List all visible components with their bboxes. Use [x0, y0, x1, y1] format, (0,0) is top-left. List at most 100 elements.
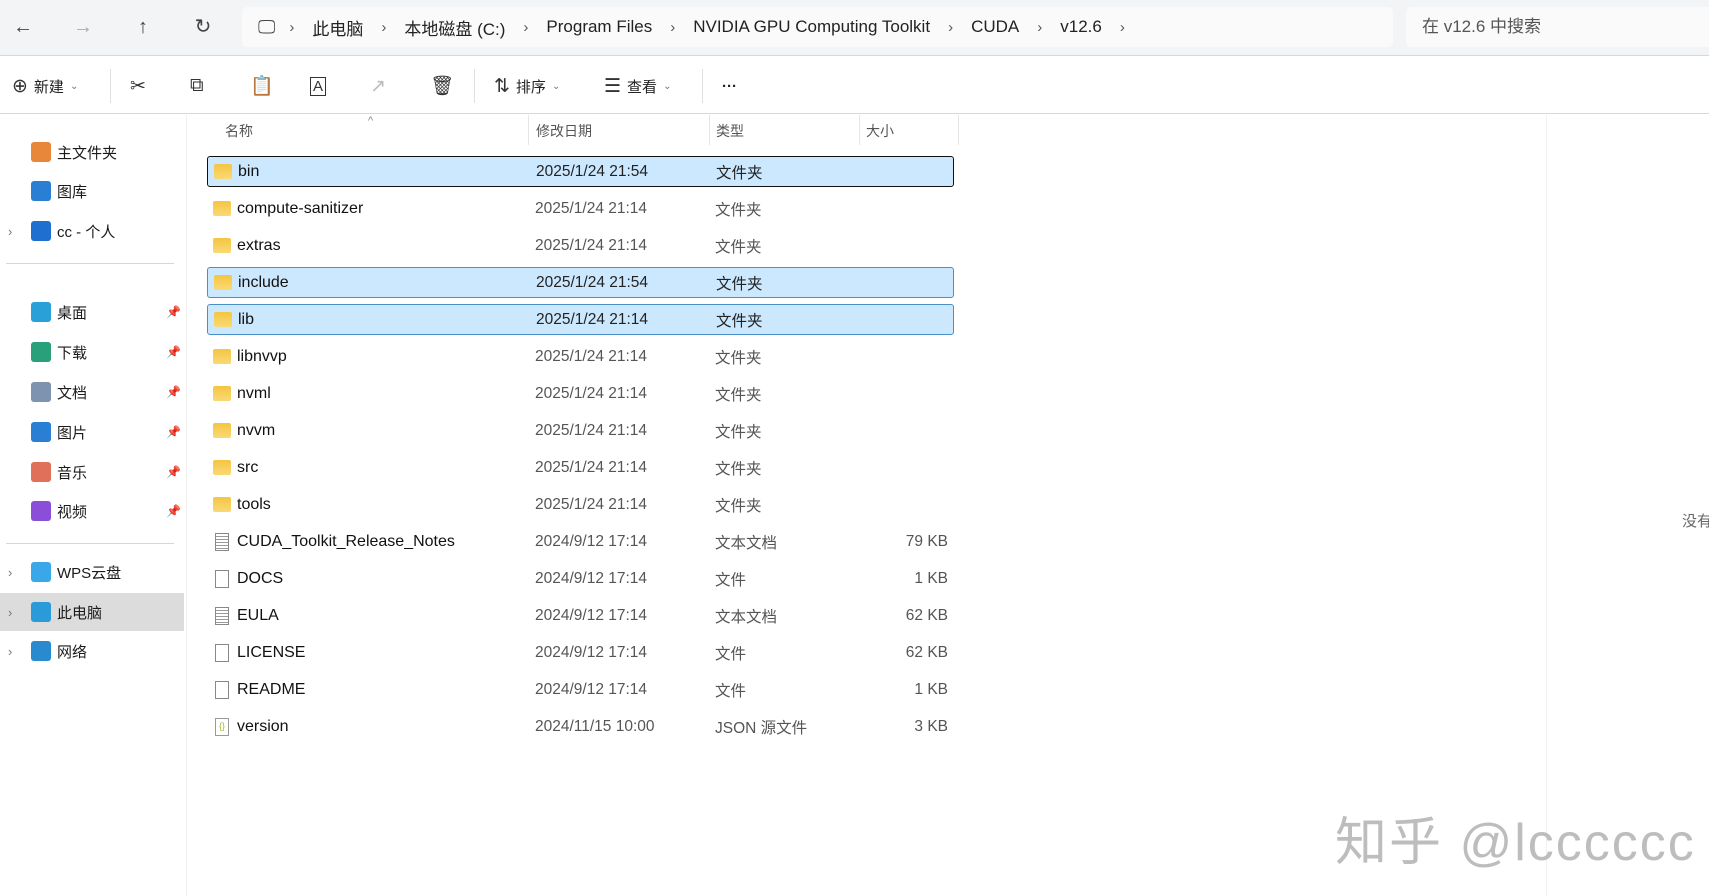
- chevron-right-icon[interactable]: ›: [517, 19, 534, 36]
- copy-button[interactable]: ⧉: [190, 71, 204, 101]
- file-date: 2025/1/24 21:14: [535, 348, 647, 366]
- file-row[interactable]: README 2024/9/12 17:14 文件 1 KB: [207, 674, 954, 705]
- sidebar-item[interactable]: › 网络: [0, 632, 184, 670]
- chevron-right-icon[interactable]: ›: [375, 19, 392, 36]
- file-row[interactable]: nvml 2025/1/24 21:14 文件夹: [207, 378, 954, 409]
- file-date: 2024/9/12 17:14: [535, 681, 647, 699]
- file-name: CUDA_Toolkit_Release_Notes: [237, 533, 455, 551]
- view-label: 查看: [627, 76, 657, 97]
- pin-icon[interactable]: 📌: [166, 504, 181, 518]
- pin-icon[interactable]: 📌: [166, 425, 181, 439]
- sidebar-item[interactable]: ›cc - 个人: [0, 212, 184, 250]
- sidebar-item[interactable]: 图片📌: [0, 413, 184, 451]
- folder-icon: [213, 460, 231, 475]
- search-input[interactable]: 在 v12.6 中搜索: [1406, 7, 1709, 47]
- file-row[interactable]: src 2025/1/24 21:14 文件夹: [207, 452, 954, 483]
- chevron-right-icon[interactable]: ›: [942, 19, 959, 36]
- share-icon: ↗: [370, 75, 386, 98]
- folder-icon: [213, 349, 231, 364]
- videos-icon: [31, 501, 51, 521]
- view-button[interactable]: ☰查看⌄: [604, 71, 671, 101]
- sidebar-item-label: 网络: [57, 641, 87, 662]
- chevron-right-icon[interactable]: ›: [1114, 19, 1131, 36]
- breadcrumb-item[interactable]: v12.6: [1048, 17, 1114, 37]
- pin-icon[interactable]: 📌: [166, 465, 181, 479]
- chevron-right-icon[interactable]: ›: [8, 644, 12, 659]
- new-button[interactable]: ⊕新建⌄: [12, 71, 78, 101]
- up-button[interactable]: ↑: [128, 12, 158, 42]
- file-date: 2024/9/12 17:14: [535, 644, 647, 662]
- chevron-right-icon[interactable]: ›: [8, 565, 12, 580]
- sidebar-item[interactable]: 视频📌: [0, 492, 184, 530]
- chevron-right-icon[interactable]: ›: [1031, 19, 1048, 36]
- file-row[interactable]: DOCS 2024/9/12 17:14 文件 1 KB: [207, 563, 954, 594]
- share-button[interactable]: ↗: [370, 71, 386, 101]
- file-type: 文件: [715, 568, 746, 590]
- column-name[interactable]: 名称: [225, 118, 253, 146]
- file-date: 2025/1/24 21:14: [536, 311, 648, 329]
- pane-divider[interactable]: [186, 115, 187, 896]
- sidebar-item-label: 音乐: [57, 462, 87, 483]
- file-row[interactable]: CUDA_Toolkit_Release_Notes 2024/9/12 17:…: [207, 526, 954, 557]
- wps-cloud-icon: [31, 562, 51, 582]
- chevron-right-icon[interactable]: ›: [664, 19, 681, 36]
- more-button[interactable]: ···: [722, 71, 737, 101]
- chevron-right-icon[interactable]: ›: [8, 605, 12, 620]
- chevron-right-icon[interactable]: ›: [8, 224, 12, 239]
- json-file-icon: {}: [215, 718, 229, 736]
- forward-button[interactable]: →: [68, 12, 98, 42]
- file-row[interactable]: bin 2025/1/24 21:54 文件夹: [207, 156, 954, 187]
- breadcrumb-item[interactable]: 此电脑: [300, 15, 375, 40]
- breadcrumb-item[interactable]: Program Files: [534, 17, 664, 37]
- chevron-right-icon[interactable]: ›: [283, 19, 300, 36]
- file-type: 文件夹: [715, 198, 762, 220]
- sort-ascending-icon: ^: [368, 108, 373, 136]
- file-row[interactable]: tools 2025/1/24 21:14 文件夹: [207, 489, 954, 520]
- file-row[interactable]: include 2025/1/24 21:54 文件夹: [207, 267, 954, 298]
- breadcrumb[interactable]: 🖵 › 此电脑› 本地磁盘 (C:)› Program Files› NVIDI…: [242, 7, 1393, 47]
- download-icon: [31, 342, 51, 362]
- sidebar-item[interactable]: ›WPS云盘: [0, 553, 184, 591]
- cut-button[interactable]: ✂: [130, 71, 146, 101]
- breadcrumb-item[interactable]: 本地磁盘 (C:): [392, 15, 517, 40]
- address-bar-area: ← → ↑ ↻ 🖵 › 此电脑› 本地磁盘 (C:)› Program File…: [0, 0, 1709, 56]
- file-size: 62 KB: [906, 607, 948, 625]
- file-row[interactable]: {} version 2024/11/15 10:00 JSON 源文件 3 K…: [207, 711, 954, 742]
- delete-button[interactable]: 🗑: [430, 71, 454, 101]
- file-row[interactable]: LICENSE 2024/9/12 17:14 文件 62 KB: [207, 637, 954, 668]
- pin-icon[interactable]: 📌: [166, 345, 181, 359]
- sidebar-item[interactable]: 音乐 📌: [0, 453, 184, 491]
- refresh-button[interactable]: ↻: [188, 12, 218, 42]
- sort-icon: ⇅: [494, 75, 510, 98]
- sidebar-item[interactable]: › 此电脑: [0, 593, 184, 631]
- paste-button[interactable]: 📋: [250, 71, 274, 101]
- column-type[interactable]: 类型: [716, 118, 744, 146]
- rename-button[interactable]: A: [310, 71, 326, 101]
- sort-button[interactable]: ⇅排序⌄: [494, 71, 560, 101]
- computer-icon[interactable]: 🖵: [258, 17, 275, 38]
- file-row[interactable]: nvvm 2025/1/24 21:14 文件夹: [207, 415, 954, 446]
- file-row[interactable]: EULA 2024/9/12 17:14 文本文档 62 KB: [207, 600, 954, 631]
- file-row[interactable]: libnvvp 2025/1/24 21:14 文件夹: [207, 341, 954, 372]
- column-size[interactable]: 大小: [866, 118, 894, 146]
- sidebar-item-label: 主文件夹: [57, 142, 117, 163]
- sidebar-item[interactable]: 文档📌: [0, 373, 184, 411]
- pin-icon[interactable]: 📌: [166, 305, 181, 319]
- column-date[interactable]: 修改日期: [536, 118, 592, 146]
- music-icon: [31, 462, 51, 482]
- back-button[interactable]: ←: [8, 12, 38, 42]
- sidebar-item-label: 此电脑: [57, 602, 102, 623]
- file-name: tools: [237, 496, 271, 514]
- file-row[interactable]: compute-sanitizer 2025/1/24 21:14 文件夹: [207, 193, 954, 224]
- sidebar-item[interactable]: 桌面📌: [0, 293, 184, 331]
- file-row[interactable]: lib 2025/1/24 21:14 文件夹: [207, 304, 954, 335]
- pin-icon[interactable]: 📌: [166, 385, 181, 399]
- sidebar-item[interactable]: 主文件夹: [0, 133, 184, 171]
- documents-icon: [31, 382, 51, 402]
- file-type: 文件夹: [715, 383, 762, 405]
- sidebar-item[interactable]: 图库: [0, 172, 184, 210]
- sidebar-item[interactable]: 下载📌: [0, 333, 184, 371]
- breadcrumb-item[interactable]: CUDA: [959, 17, 1031, 37]
- file-row[interactable]: extras 2025/1/24 21:14 文件夹: [207, 230, 954, 261]
- breadcrumb-item[interactable]: NVIDIA GPU Computing Toolkit: [681, 17, 942, 37]
